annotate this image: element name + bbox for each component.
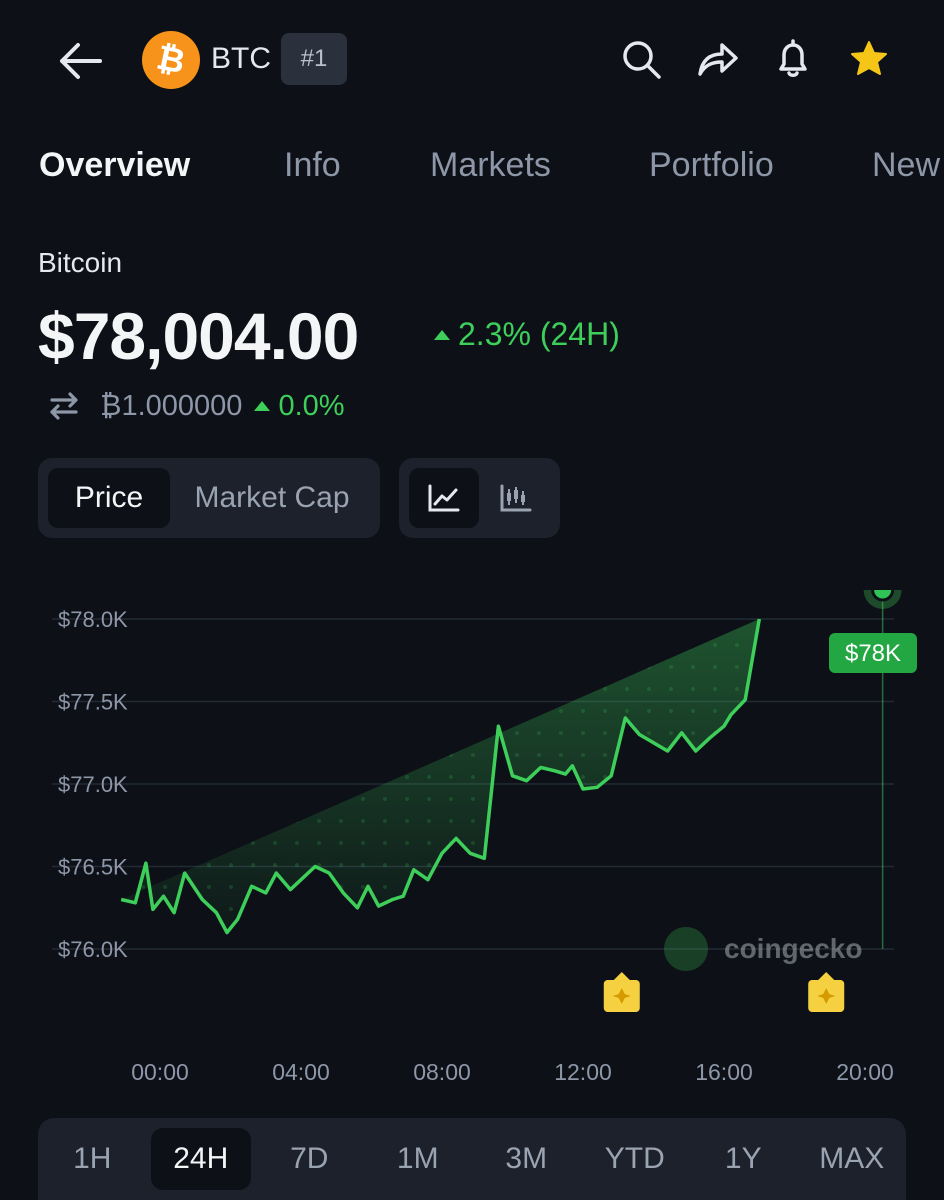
search-button[interactable]	[618, 36, 664, 82]
watchlist-button[interactable]	[846, 36, 892, 82]
tab-bar: Overview Info Markets Portfolio New	[0, 140, 944, 200]
tab-news[interactable]: New	[872, 146, 940, 185]
y-tick-label: $77.5K	[58, 690, 128, 715]
last-point-dot	[871, 590, 895, 602]
event-markers[interactable]	[603, 972, 845, 1012]
x-tick-label: 08:00	[413, 1059, 471, 1085]
range-7d-button[interactable]: 7D	[259, 1128, 360, 1190]
x-tick-label: 20:00	[836, 1059, 894, 1085]
bitcoin-logo-icon: ₿	[142, 31, 200, 89]
x-tick-label: 04:00	[272, 1059, 330, 1085]
swap-icon	[50, 392, 78, 420]
candlestick-chart-icon	[500, 484, 532, 512]
x-tick-label: 12:00	[554, 1059, 612, 1085]
coingecko-watermark: coingecko	[664, 927, 862, 971]
watermark-text: coingecko	[724, 933, 862, 964]
line-chart-button[interactable]	[409, 468, 479, 528]
last-price-marker: $78K	[829, 590, 917, 949]
range-ytd-button[interactable]: YTD	[585, 1128, 686, 1190]
x-tick-label: 00:00	[131, 1059, 189, 1085]
range-1y-button[interactable]: 1Y	[693, 1128, 794, 1190]
share-button[interactable]	[694, 36, 740, 82]
btc-conversion-row: ₿1.000000 0.0%	[46, 388, 345, 424]
y-tick-label: $76.5K	[58, 855, 128, 880]
back-arrow-icon	[60, 43, 102, 79]
market-cap-toggle-button[interactable]: Market Cap	[172, 468, 372, 528]
metric-toggle: Price Market Cap	[38, 458, 380, 538]
event-marker-icon[interactable]	[603, 972, 640, 1012]
btc-value: ₿1.000000	[100, 389, 243, 422]
line-chart-icon	[428, 484, 460, 512]
y-tick-label: $77.0K	[58, 772, 128, 797]
x-tick-label: 16:00	[695, 1059, 753, 1085]
rank-badge: #1	[281, 33, 347, 85]
current-price: $78,004.00	[38, 299, 359, 373]
range-max-button[interactable]: MAX	[802, 1128, 903, 1190]
up-triangle-icon	[434, 329, 450, 340]
btc-change-value: 0.0%	[278, 389, 345, 422]
last-price-label: $78K	[845, 640, 901, 667]
alerts-button[interactable]	[770, 36, 816, 82]
tab-info[interactable]: Info	[284, 146, 341, 185]
share-icon	[698, 43, 738, 76]
price-change-24h: 2.3% (24H)	[434, 316, 620, 353]
price-toggle-button[interactable]: Price	[48, 468, 170, 528]
range-3m-button[interactable]: 3M	[476, 1128, 577, 1190]
coin-name: Bitcoin	[38, 247, 123, 278]
candlestick-chart-button[interactable]	[481, 468, 551, 528]
event-marker-icon[interactable]	[808, 972, 845, 1012]
tab-portfolio[interactable]: Portfolio	[649, 146, 774, 185]
up-triangle-icon	[254, 401, 271, 411]
btc-change: 0.0%	[254, 389, 345, 423]
y-axis-labels: $78.0K $77.5K $77.0K $76.5K $76.0K	[58, 607, 128, 962]
price-chart[interactable]: $78.0K $77.5K $77.0K $76.5K $76.0K coingecko…	[0, 590, 944, 1090]
time-range-selector: 1H 24H 7D 1M 3M YTD 1Y MAX	[38, 1118, 906, 1200]
range-1m-button[interactable]: 1M	[368, 1128, 469, 1190]
coin-symbol: BTC	[211, 42, 271, 75]
x-axis-labels: 00:00 04:00 08:00 12:00 16:00 20:00	[131, 1059, 894, 1085]
back-button[interactable]	[52, 36, 108, 86]
range-1h-button[interactable]: 1H	[42, 1128, 143, 1190]
tab-markets[interactable]: Markets	[430, 146, 551, 185]
star-icon	[851, 41, 887, 75]
gecko-logo-icon	[664, 927, 708, 971]
bell-icon	[779, 39, 807, 77]
y-tick-label: $76.0K	[58, 937, 128, 962]
tab-overview[interactable]: Overview	[39, 146, 190, 185]
y-tick-label: $78.0K	[58, 607, 128, 632]
range-24h-button[interactable]: 24H	[150, 1128, 251, 1190]
price-change-value: 2.3% (24H)	[458, 316, 620, 352]
price-area-pattern	[121, 619, 760, 933]
chart-type-toggle	[399, 458, 560, 538]
search-icon	[623, 41, 661, 79]
